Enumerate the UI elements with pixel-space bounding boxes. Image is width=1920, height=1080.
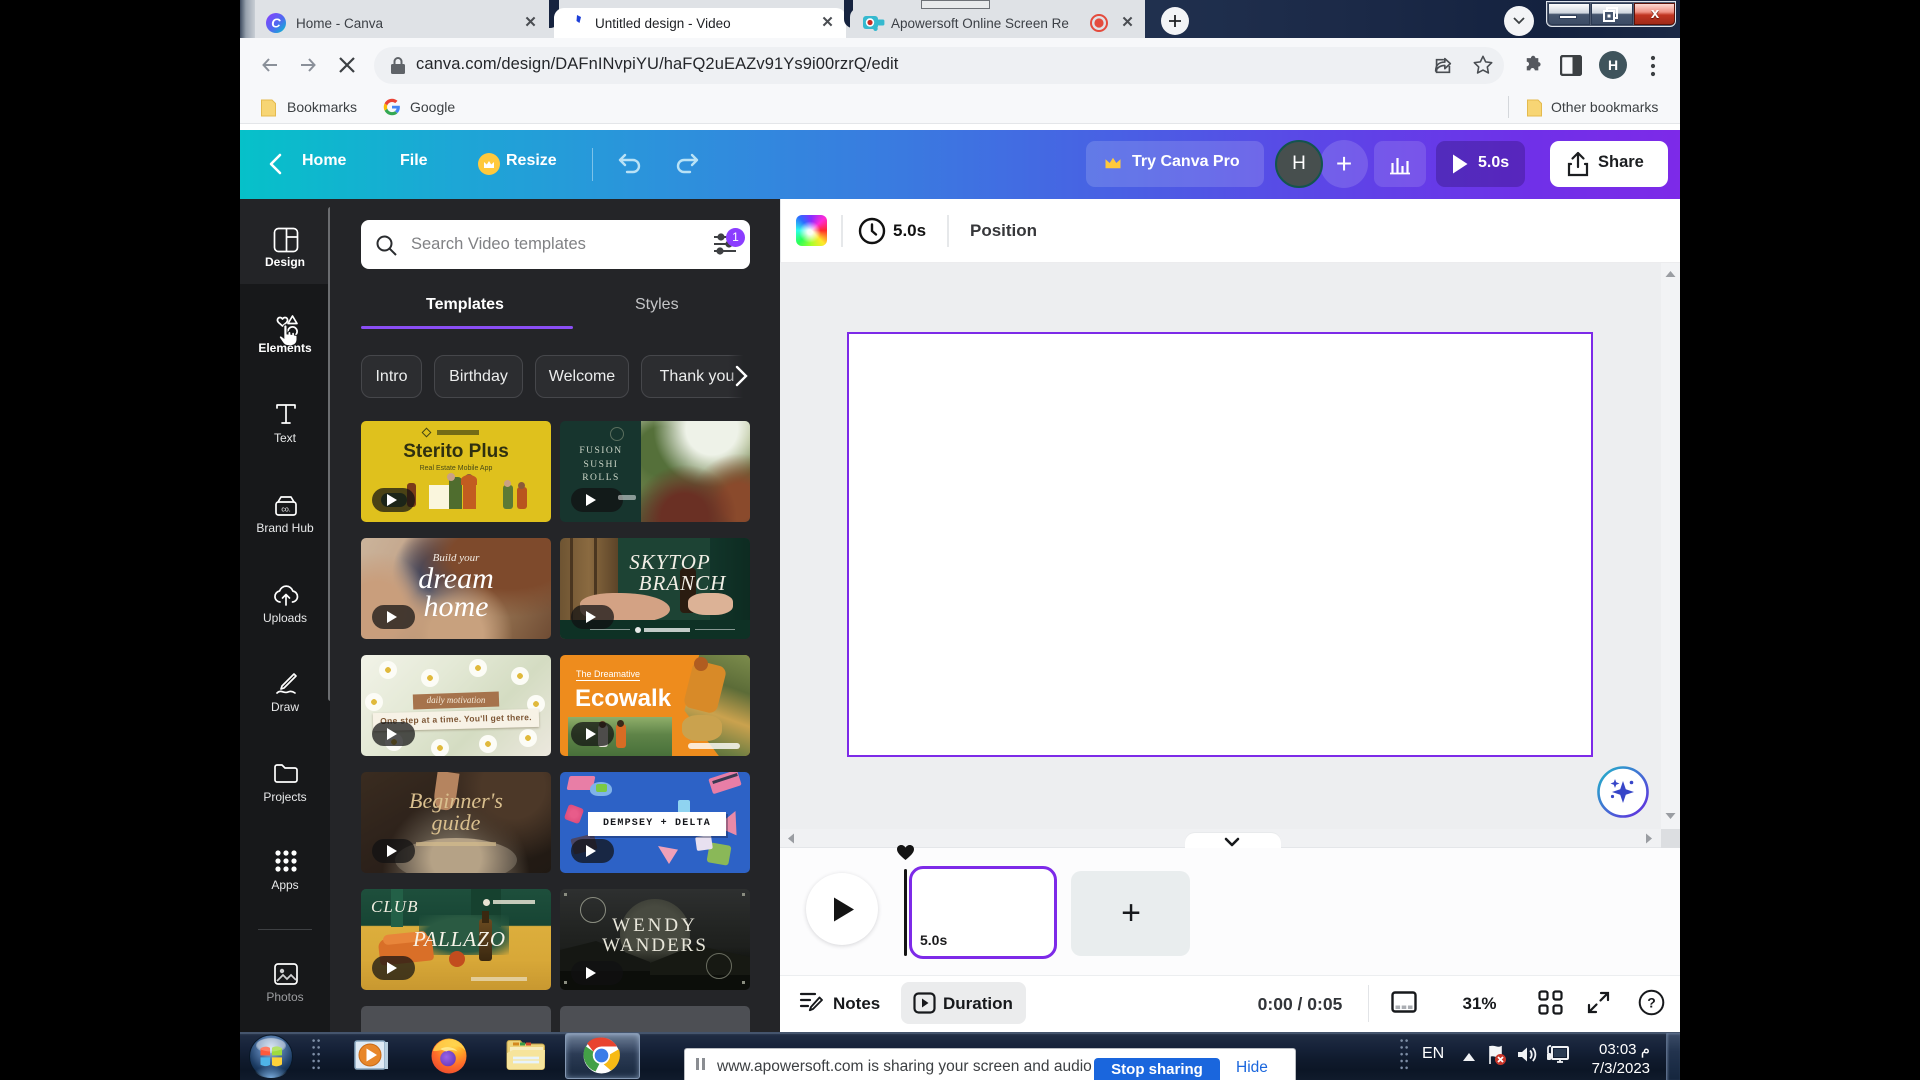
svg-text:?: ? (1647, 995, 1656, 1011)
svg-text:C: C (271, 16, 281, 31)
svg-text:co.: co. (281, 507, 290, 514)
